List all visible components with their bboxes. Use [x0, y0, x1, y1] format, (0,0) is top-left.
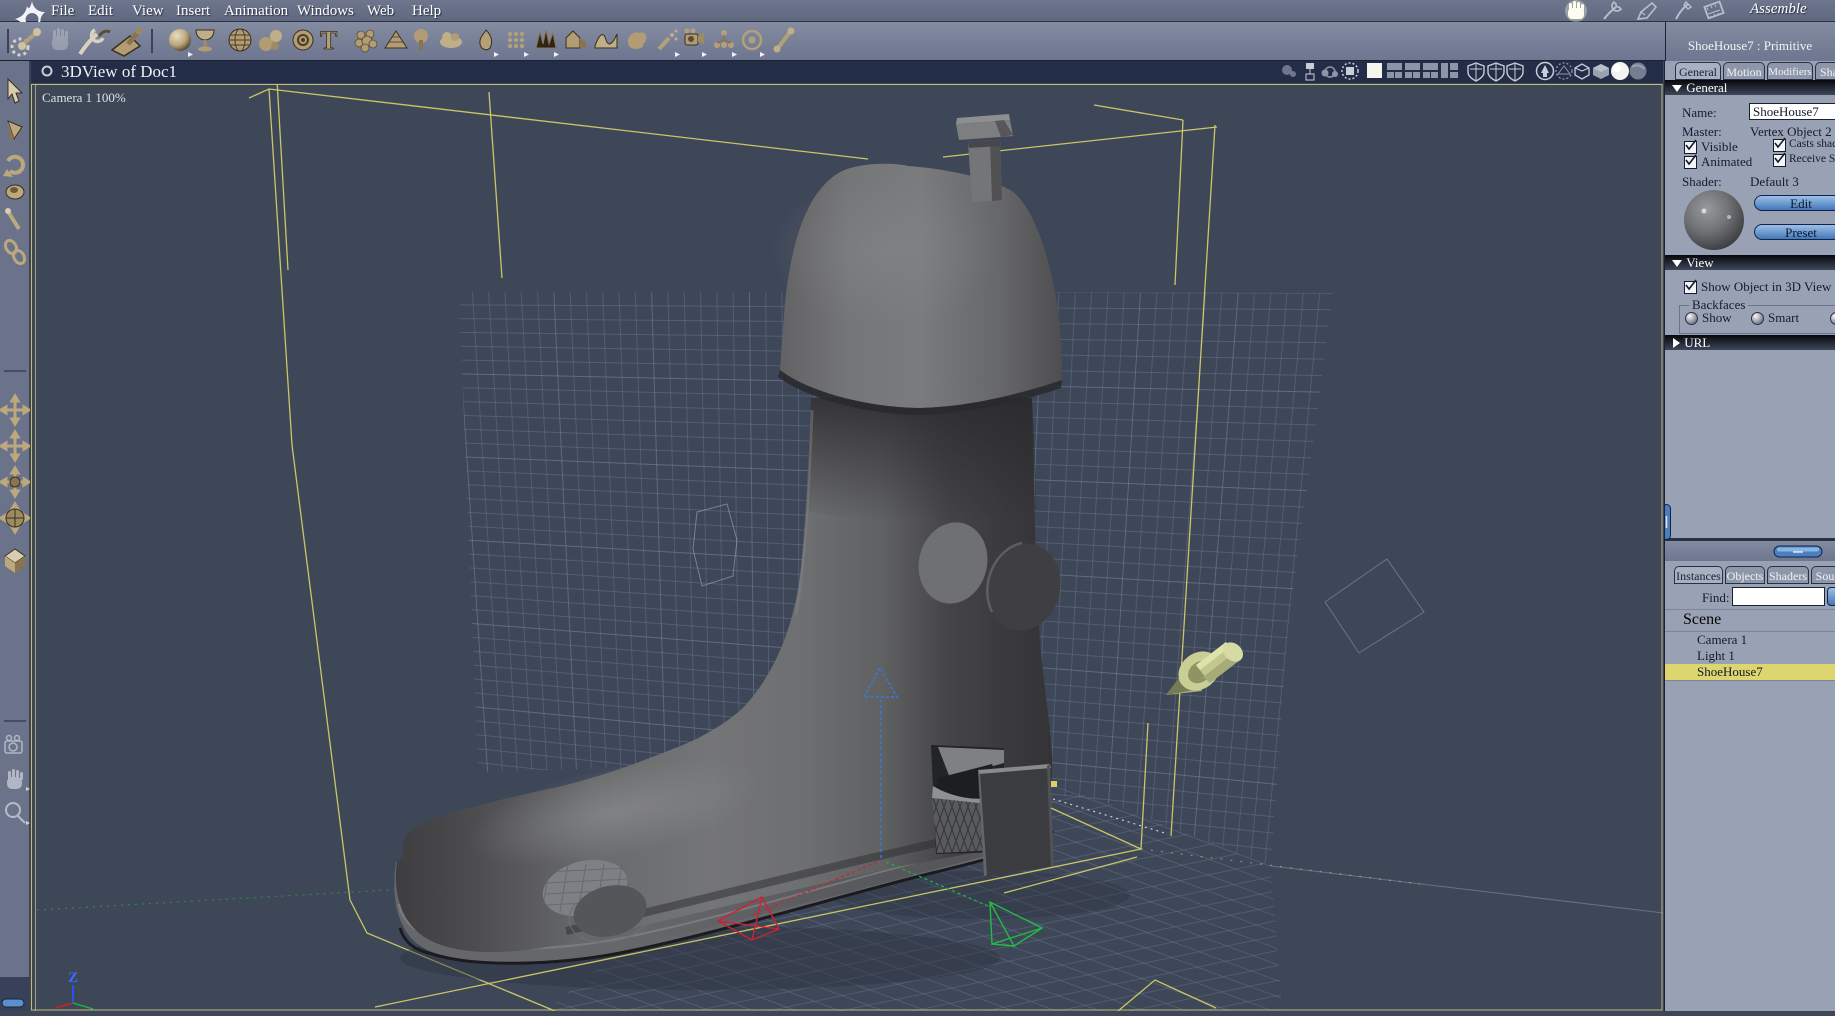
- svg-text:Z: Z: [68, 970, 78, 986]
- svg-text:Camera 1 100%: Camera 1 100%: [42, 90, 126, 105]
- svg-text:T: T: [320, 26, 337, 55]
- svg-text:3DView of Doc1: 3DView of Doc1: [61, 62, 177, 81]
